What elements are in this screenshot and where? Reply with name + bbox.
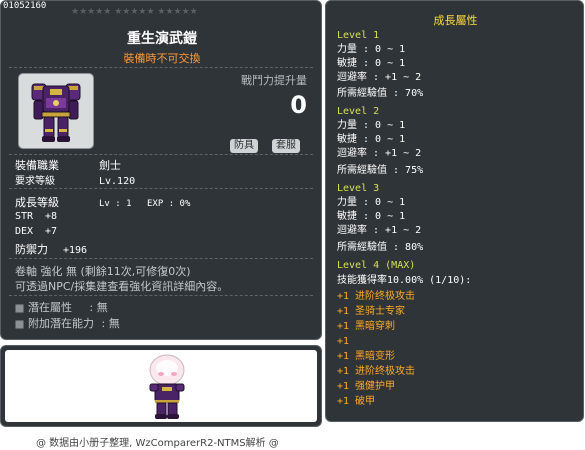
growth-level-row: 成長等級 Lv : 1 EXP : 0% (15, 196, 191, 209)
bonus-potential-checkbox-icon (15, 319, 24, 329)
potential-row: 潛在屬性 : 無 (15, 299, 108, 315)
growth-skill-line: +1 (337, 336, 350, 347)
growth-skill-line: +1 黑暗变形 (337, 351, 396, 362)
growth-attributes-panel: 成長屬性 Level 1 力量 : 0 ~ 1 敏捷 : 0 ~ 1 迴避率 :… (325, 0, 584, 422)
power-increase-label: 戰鬥力提升量 (241, 74, 307, 87)
stat-dex: DEX +7 (15, 226, 58, 237)
npc-hint: 可透過NPC/採集建查看強化資訊詳細內容。 (15, 280, 229, 293)
growth-skill-line: +1 进阶终极攻击 (337, 291, 416, 302)
growth-stat-line: 敏捷 : 0 ~ 1 (337, 134, 406, 145)
divider (9, 67, 313, 68)
item-id: 01052160 (3, 1, 47, 11)
divider (9, 154, 313, 155)
growth-skill-line: +1 破甲 (337, 396, 376, 407)
armor-icon (31, 83, 81, 142)
growth-stat-line: 所需經驗值 : 70% (337, 88, 424, 99)
preview-canvas (5, 350, 317, 422)
item-icon-frame (18, 73, 94, 149)
growth-stat-line: 敏捷 : 0 ~ 1 (337, 211, 406, 222)
growth-stat-line: 所需經驗值 : 80% (337, 242, 424, 253)
growth-stat-line: 力量 : 0 ~ 1 (337, 120, 406, 131)
star-force-stars: ★★★★★ ★★★★★ ★★★★★ (71, 7, 198, 17)
source-footer: @ 数据由小册子整理, WzComparerR2-NTMS解析 @ (36, 438, 279, 449)
power-increase-value: 0 (290, 91, 307, 119)
stat-defense: 防禦力 +196 (15, 243, 88, 256)
growth-stat-line: 力量 : 0 ~ 1 (337, 197, 406, 208)
growth-level-heading: Level 1 (337, 30, 380, 41)
growth-level-heading: Level 3 (337, 183, 380, 194)
divider (9, 188, 313, 189)
category-tag-set: 套服 (272, 139, 300, 153)
requirement-level: 要求等級 Lv.120 (15, 176, 136, 187)
growth-stat-line: 迴避率 : +1 ~ 2 (337, 148, 422, 159)
potential-checkbox-icon (15, 303, 24, 313)
growth-stat-line: 力量 : 0 ~ 1 (337, 44, 406, 55)
growth-stat-line: 迴避率 : +1 ~ 2 (337, 72, 422, 83)
trade-restriction-note: 裝備時不可交換 (123, 52, 201, 65)
character-preview (149, 354, 185, 419)
growth-skill-line: +1 强健护甲 (337, 381, 396, 392)
growth-skill-line: +1 进阶终极攻击 (337, 366, 416, 377)
requirement-job: 裝備職業 劍士 (15, 159, 121, 172)
growth-skill-line: +1 黑暗穿刺 (337, 321, 396, 332)
growth-panel-title: 成長屬性 (433, 14, 478, 27)
bonus-potential-row: 附加潛在能力 : 無 (15, 315, 120, 331)
growth-stat-line: 迴避率 : +1 ~ 2 (337, 225, 422, 236)
character-preview-panel (0, 345, 322, 427)
skill-rate-line: 技能獲得率10.00% (1/10): (337, 275, 472, 286)
divider (9, 258, 313, 259)
growth-level-heading: Level 4 (MAX) (337, 260, 416, 271)
item-name: 重生演武鎧 (127, 31, 197, 47)
item-tooltip-panel: 01052160 ★★★★★ ★★★★★ ★★★★★ 重生演武鎧 裝備時不可交換 (0, 0, 322, 340)
growth-skill-line: +1 圣骑士专家 (337, 306, 406, 317)
growth-stat-line: 敏捷 : 0 ~ 1 (337, 58, 406, 69)
divider (9, 295, 313, 296)
stat-str: STR +8 (15, 211, 58, 222)
category-tag-armor: 防具 (230, 139, 258, 153)
growth-stat-line: 所需經驗值 : 75% (337, 165, 424, 176)
growth-level-heading: Level 2 (337, 106, 380, 117)
upgrade-info: 卷軸 強化 無 (剩餘11次,可修復0次) (15, 265, 191, 278)
